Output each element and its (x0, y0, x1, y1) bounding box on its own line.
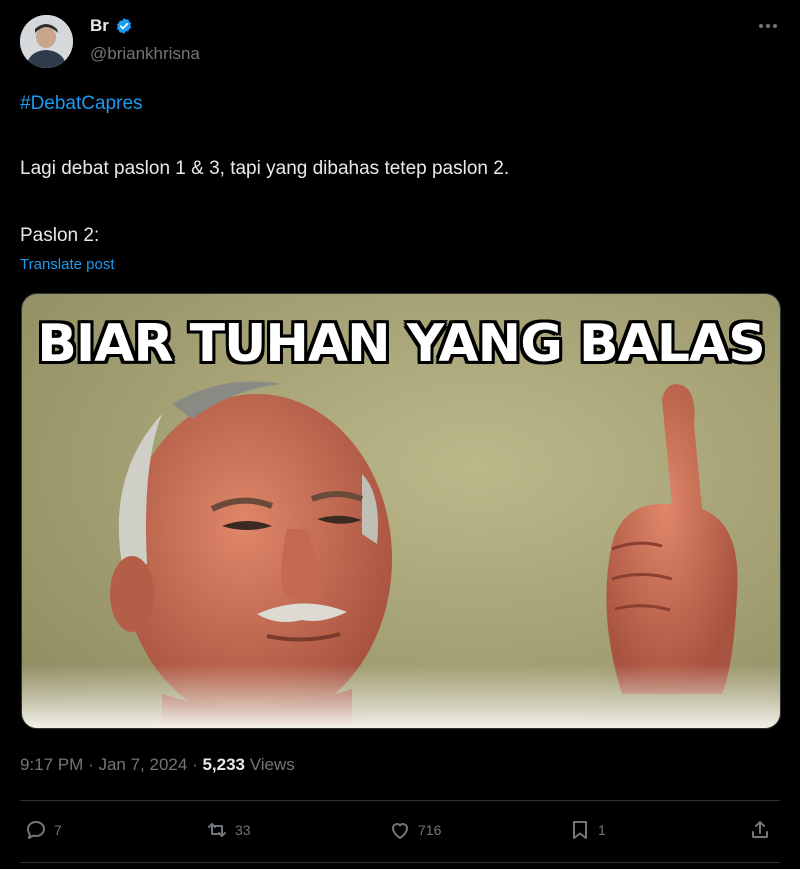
bookmark-count: 1 (598, 822, 606, 838)
tweet-media-image[interactable]: BIAR TUHAN YANG BALAS (21, 293, 781, 729)
repost-button[interactable]: 33 (205, 818, 251, 842)
like-count: 716 (418, 822, 442, 838)
views-label: Views (249, 755, 295, 774)
tweet-time[interactable]: 9:17 PM (20, 755, 83, 774)
more-options-icon[interactable] (752, 16, 784, 36)
translate-post-link[interactable]: Translate post (20, 256, 115, 273)
tweet-date[interactable]: Jan 7, 2024 (98, 755, 187, 774)
share-button[interactable] (748, 818, 772, 842)
avatar-image (20, 15, 73, 68)
views-count: 5,233 (202, 755, 245, 774)
share-icon (752, 821, 768, 838)
reply-count: 7 (54, 822, 62, 838)
meme-caption: BIAR TUHAN YANG BALAS (37, 314, 765, 374)
avatar[interactable] (20, 15, 73, 68)
hashtag-link[interactable]: #DebatCapres (20, 93, 143, 115)
meta-separator: · (88, 755, 94, 774)
reply-icon (27, 821, 45, 839)
repost-count: 33 (235, 822, 251, 838)
author-name-row[interactable]: Br (90, 16, 133, 36)
heart-icon (392, 823, 408, 839)
author-display-name[interactable]: Br (90, 16, 109, 36)
bookmark-icon (573, 821, 587, 839)
tweet-text-line1: Lagi debat paslon 1 & 3, tapi yang dibah… (20, 158, 510, 179)
meta-separator-2: · (192, 755, 198, 774)
verified-badge-icon (116, 18, 132, 34)
author-handle[interactable]: @briankhrisna (90, 44, 200, 64)
tweet-meta: 9:17 PM · Jan 7, 2024 · 5,233 Views (20, 755, 295, 775)
like-button[interactable]: 716 (388, 818, 441, 842)
tweet-card: Br @briankhrisna #DebatCapres Lagi debat… (0, 0, 800, 869)
divider-top (20, 800, 780, 801)
divider-bottom (20, 862, 780, 863)
repost-icon (208, 823, 226, 837)
bookmark-button[interactable]: 1 (568, 818, 606, 842)
reply-button[interactable]: 7 (24, 818, 62, 842)
tweet-text-line2: Paslon 2: (20, 225, 100, 246)
